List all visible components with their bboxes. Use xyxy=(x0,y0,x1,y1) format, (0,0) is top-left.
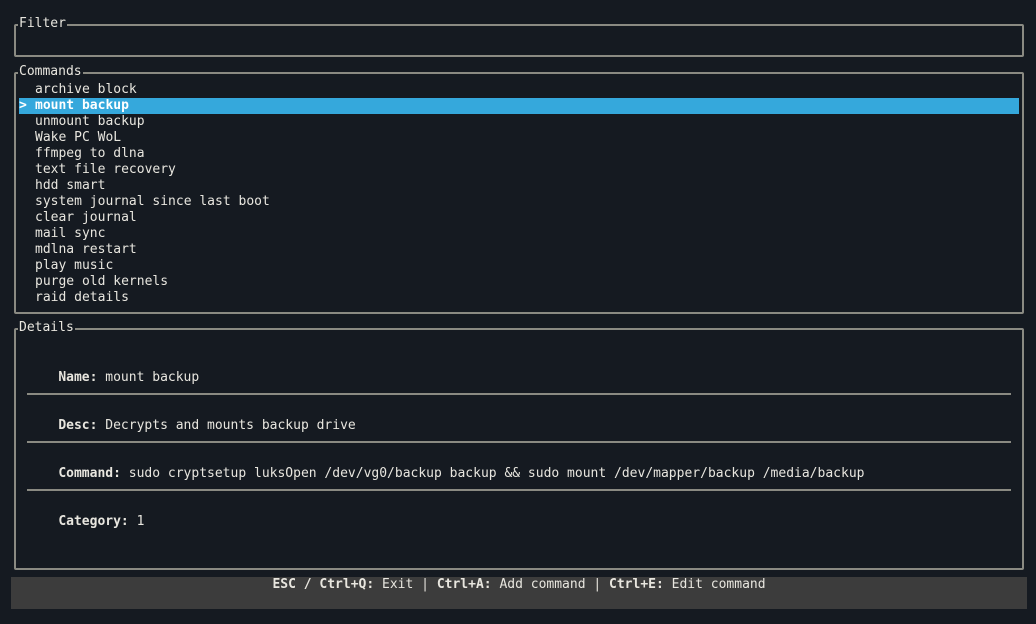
detail-category: Category: 1 xyxy=(27,498,1011,546)
commands-title: Commands xyxy=(18,64,83,80)
category-value: 1 xyxy=(136,514,145,529)
keybindings-bar: ESC / Ctrl+Q: Exit | Ctrl+A: Add command… xyxy=(11,577,1027,609)
commands-list: archive block > mount backup unmount backup… xyxy=(19,82,1019,306)
details-panel: Details Name: mount backup Desc: Decrypt… xyxy=(14,320,1024,570)
command-item[interactable]: mdlna restart xyxy=(19,242,1019,258)
commands-panel: Commands archive block > mount backup unmou… xyxy=(14,64,1024,314)
command-label: mdlna restart xyxy=(35,242,137,257)
desc-value: Decrypts and mounts backup drive xyxy=(105,418,356,433)
name-label: Name: xyxy=(58,370,98,385)
command-item[interactable]: hdd smart xyxy=(19,178,1019,194)
command-item[interactable]: ffmpeg to dlna xyxy=(19,146,1019,162)
command-label: mount backup xyxy=(35,98,129,113)
category-label: Category: xyxy=(58,514,129,529)
edit-key: Ctrl+E: xyxy=(609,577,664,592)
separator xyxy=(27,441,1011,443)
separator: | xyxy=(593,577,602,592)
details-title: Details xyxy=(18,320,75,336)
command-label: system journal since last boot xyxy=(35,194,270,209)
command-label: unmount backup xyxy=(35,114,145,129)
command-label: mail sync xyxy=(35,226,106,241)
separator xyxy=(27,393,1011,395)
separator: | xyxy=(421,577,429,592)
command-item[interactable]: clear journal xyxy=(19,210,1019,226)
exit-key: ESC / Ctrl+Q: xyxy=(272,577,375,592)
exit-label: Exit xyxy=(382,577,414,592)
command-label: play music xyxy=(35,258,114,273)
command-label: text file recovery xyxy=(35,162,176,177)
selection-marker-icon: > xyxy=(19,98,27,113)
command-label: archive block xyxy=(35,82,137,97)
command-item[interactable]: unmount backup xyxy=(19,114,1019,130)
command-value: sudo cryptsetup luksOpen /dev/vg0/backup… xyxy=(128,466,865,481)
filter-panel: Filter xyxy=(14,16,1024,57)
command-item[interactable]: play music xyxy=(19,258,1019,274)
name-value: mount backup xyxy=(105,370,200,385)
add-key: Ctrl+A: xyxy=(436,577,492,592)
command-label: purge old kernels xyxy=(35,274,169,289)
command-label: Wake PC WoL xyxy=(35,130,122,145)
edit-label: Edit command xyxy=(671,577,766,592)
add-label: Add command xyxy=(499,577,586,592)
command-label: ffmpeg to dlna xyxy=(35,146,145,161)
command-item[interactable]: Wake PC WoL xyxy=(19,130,1019,146)
command-item[interactable]: text file recovery xyxy=(19,162,1019,178)
separator xyxy=(27,489,1011,491)
command-item[interactable]: raid details xyxy=(19,290,1019,306)
command-label: hdd smart xyxy=(35,178,106,193)
command-item[interactable]: system journal since last boot xyxy=(19,194,1019,210)
desc-label: Desc: xyxy=(58,418,98,433)
command-label: raid details xyxy=(35,290,129,305)
command-label: Command: xyxy=(58,466,121,481)
filter-input[interactable] xyxy=(18,30,1020,48)
command-label: clear journal xyxy=(35,210,137,225)
command-item[interactable]: > mount backup xyxy=(19,98,1019,114)
command-item[interactable]: archive block xyxy=(19,82,1019,98)
command-item[interactable]: mail sync xyxy=(19,226,1019,242)
command-item[interactable]: purge old kernels xyxy=(19,274,1019,290)
